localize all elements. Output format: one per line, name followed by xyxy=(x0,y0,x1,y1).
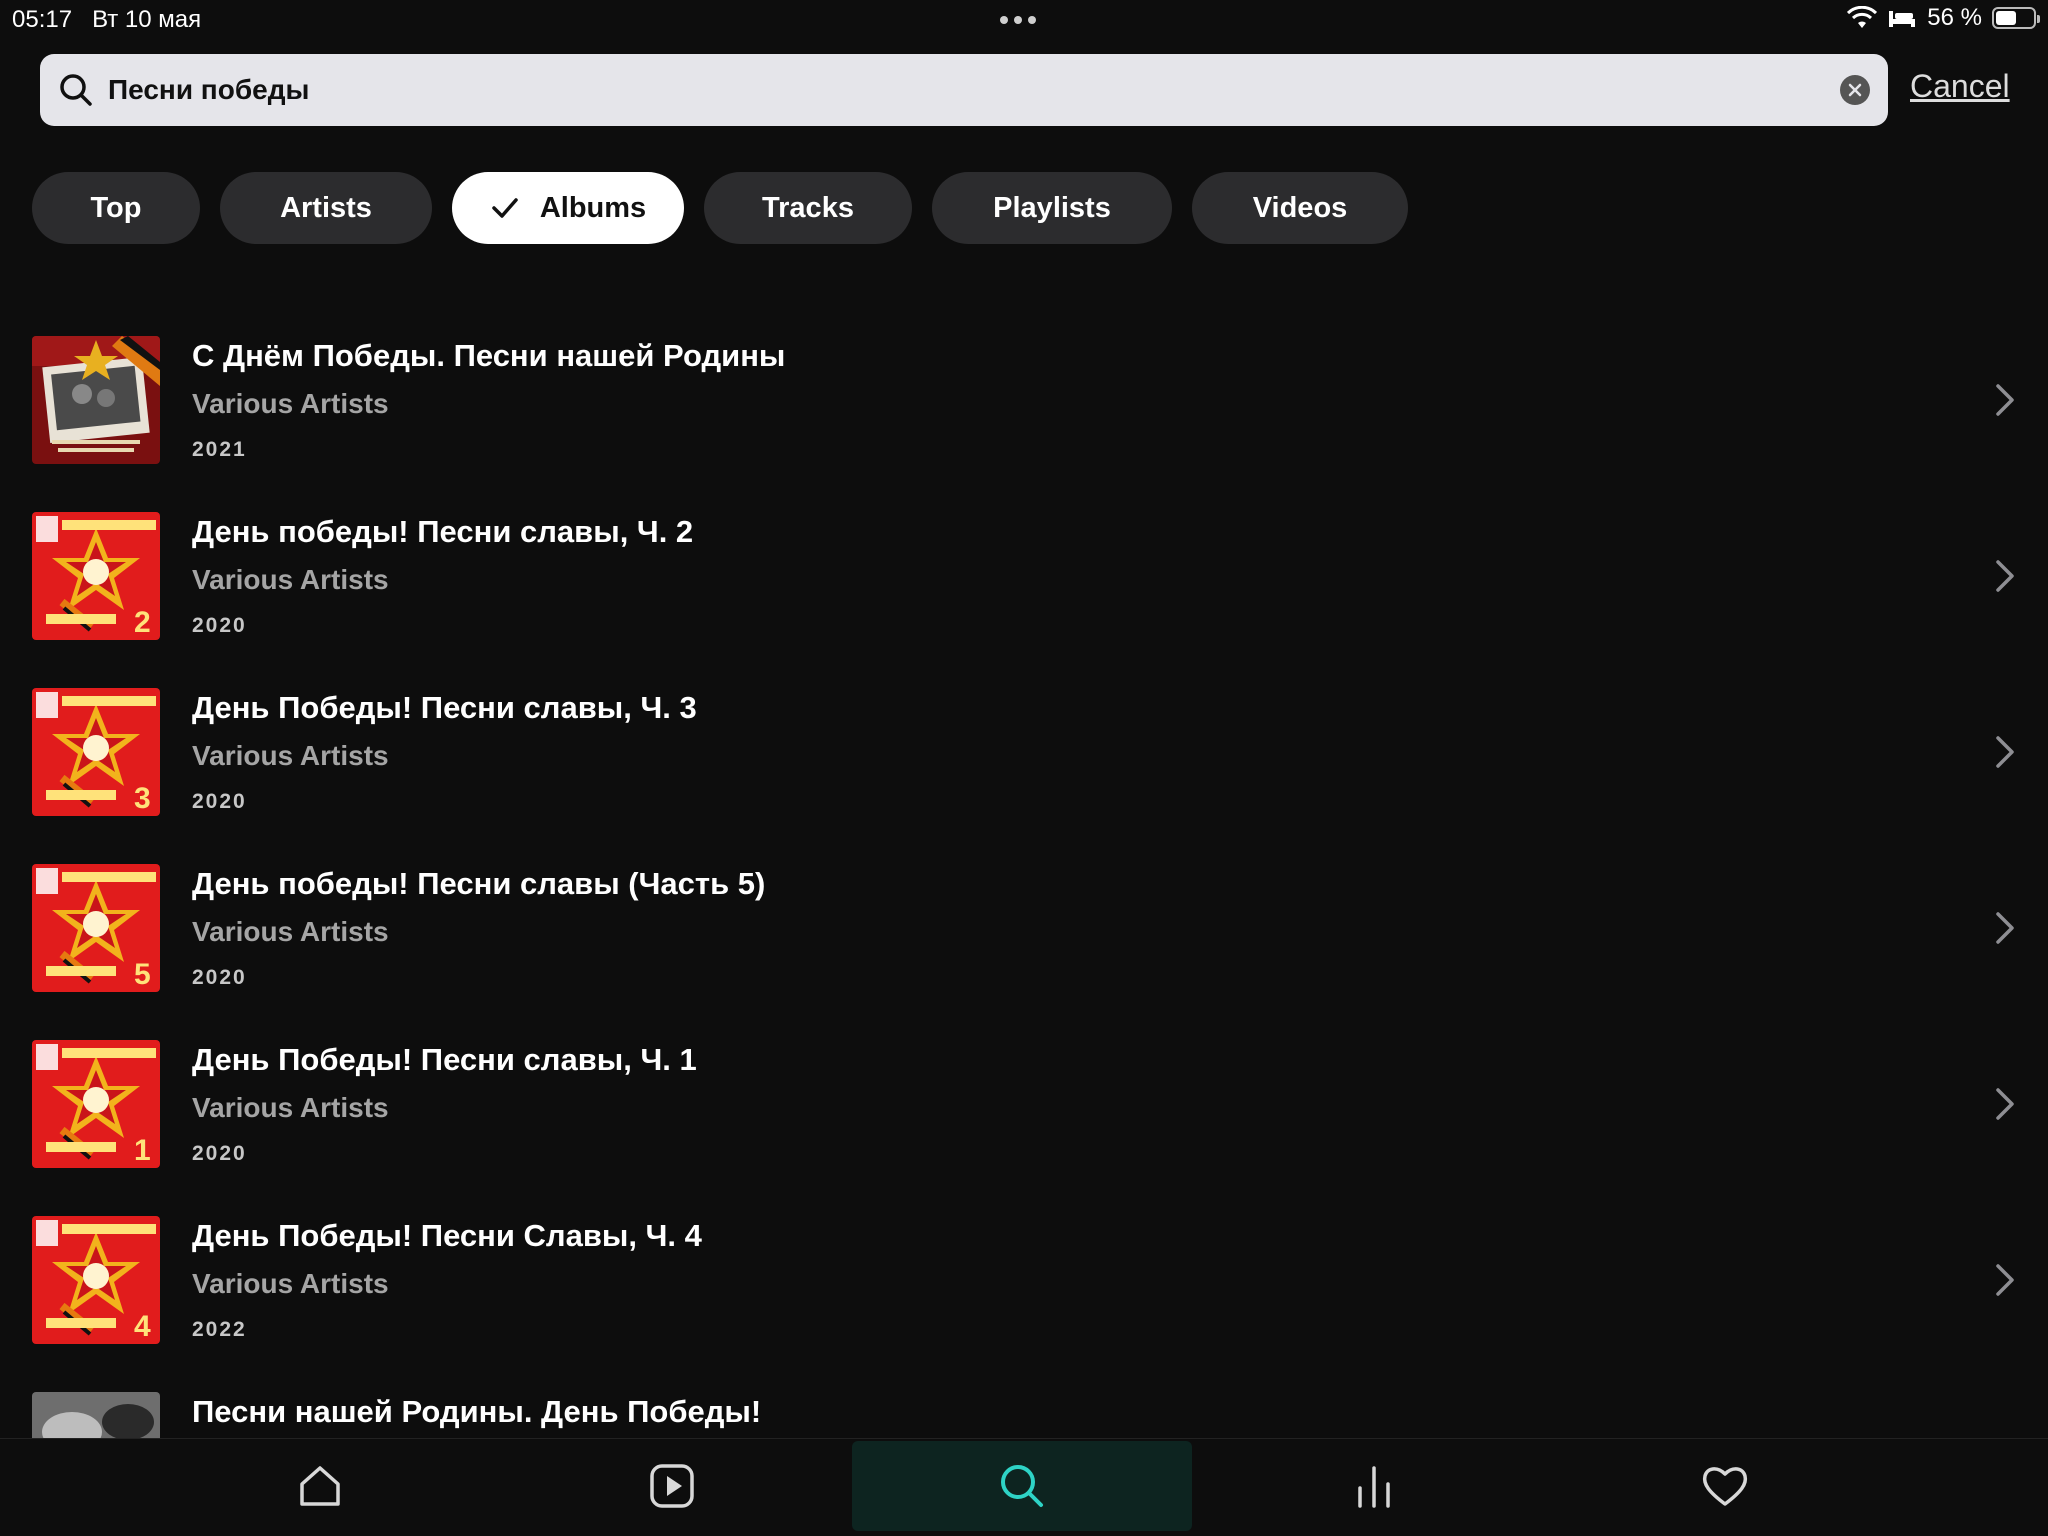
chevron-right-icon xyxy=(1996,1088,2014,1120)
album-row[interactable]: 4 День Победы! Песни Славы, Ч. 4 Various… xyxy=(0,1200,2048,1376)
close-icon xyxy=(1848,83,1862,97)
battery-percent: 56 % xyxy=(1927,4,1982,31)
album-artist: Various Artists xyxy=(192,740,389,771)
album-title: День победы! Песни славы (Часть 5) xyxy=(192,866,766,901)
album-title: День Победы! Песни Славы, Ч. 4 xyxy=(192,1218,702,1253)
album-cover-number: 2 xyxy=(134,606,151,639)
sleep-bed-icon xyxy=(1889,11,1916,27)
filter-chip-top[interactable]: Top xyxy=(32,172,200,244)
battery-icon xyxy=(1992,7,2040,29)
filter-chips: Top Artists Albums Tracks Playlists Vide… xyxy=(32,172,1408,244)
status-time: 05:17 xyxy=(12,6,73,33)
heart-icon xyxy=(1702,1467,1748,1506)
cancel-button[interactable]: Cancel xyxy=(1910,68,2010,105)
album-row[interactable]: С Днём Победы. Песни нашей Родины Variou… xyxy=(0,320,2048,496)
album-artist: Various Artists xyxy=(192,916,389,947)
album-cover-image: 1 xyxy=(32,1040,160,1168)
search-icon xyxy=(60,74,92,106)
filter-chip-videos[interactable]: Videos xyxy=(1192,172,1408,244)
chevron-right-icon xyxy=(1996,736,2014,768)
chevron-right-icon xyxy=(1996,384,2014,416)
album-cover-image: 5 xyxy=(32,864,160,992)
chevron-right-icon xyxy=(1996,1264,2014,1296)
video-play-icon xyxy=(650,1464,694,1508)
filter-chip-albums[interactable]: Albums xyxy=(452,172,684,244)
album-year: 2020 xyxy=(192,614,247,637)
bottom-tab-bar xyxy=(0,1438,2048,1536)
clear-search-button[interactable] xyxy=(1840,75,1870,105)
album-cover-number: 1 xyxy=(134,1134,151,1167)
wifi-icon xyxy=(1847,6,1878,28)
album-cover-image: 3 xyxy=(32,688,160,816)
chevron-right-icon xyxy=(1996,912,2014,944)
multitasking-dots[interactable] xyxy=(1000,16,1036,24)
album-cover-number: 5 xyxy=(134,958,151,991)
album-title: День Победы! Песни славы, Ч. 1 xyxy=(192,1042,697,1077)
filter-chip-artists[interactable]: Artists xyxy=(220,172,432,244)
album-row[interactable]: 2 День победы! Песни славы, Ч. 2 Various… xyxy=(0,496,2048,672)
album-cover-image xyxy=(32,1392,160,1438)
album-title: День Победы! Песни славы, Ч. 3 xyxy=(192,690,697,725)
status-date: Вт 10 мая xyxy=(92,6,202,33)
tab-collection[interactable] xyxy=(1555,1441,1895,1531)
search-icon xyxy=(1001,1465,1043,1507)
album-title: Песни нашей Родины. День Победы! xyxy=(192,1394,762,1429)
screen: 05:17 Вт 10 мая 56 % Песни победы Cancel… xyxy=(0,0,2048,1536)
search-bar xyxy=(40,54,1888,126)
album-cover-image: 2 xyxy=(32,512,160,640)
chevron-right-icon xyxy=(1996,560,2014,592)
album-row[interactable]: 3 День Победы! Песни славы, Ч. 3 Various… xyxy=(0,672,2048,848)
tab-my-activity[interactable] xyxy=(1204,1441,1544,1531)
album-title: День победы! Песни славы, Ч. 2 xyxy=(192,514,694,549)
status-bar: 05:17 Вт 10 мая 56 % xyxy=(0,0,2048,40)
album-row[interactable]: 1 День Победы! Песни славы, Ч. 1 Various… xyxy=(0,1024,2048,1200)
album-artist: Various Artists xyxy=(192,1268,389,1299)
album-year: 2020 xyxy=(192,1142,247,1165)
filter-chip-tracks[interactable]: Tracks xyxy=(704,172,912,244)
search-input[interactable] xyxy=(108,74,1840,106)
album-year: 2020 xyxy=(192,966,247,989)
album-artist: Various Artists xyxy=(192,1092,389,1123)
album-cover-number: 4 xyxy=(134,1310,151,1343)
album-cover-image xyxy=(32,336,160,464)
tab-videos[interactable] xyxy=(502,1441,842,1531)
album-title: С Днём Победы. Песни нашей Родины xyxy=(192,338,786,373)
album-cover-image: 4 xyxy=(32,1216,160,1344)
tab-home[interactable] xyxy=(150,1441,490,1531)
album-year: 2022 xyxy=(192,1318,247,1341)
album-year: 2021 xyxy=(192,438,247,461)
checkmark-icon xyxy=(492,198,518,218)
tab-search[interactable] xyxy=(852,1441,1192,1531)
album-list: С Днём Победы. Песни нашей Родины Variou… xyxy=(0,320,2048,1438)
album-artist: Various Artists xyxy=(192,564,389,595)
bar-chart-icon xyxy=(1358,1466,1390,1508)
home-icon xyxy=(300,1466,340,1506)
album-year: 2020 xyxy=(192,790,247,813)
album-cover-number: 3 xyxy=(134,782,151,815)
album-row[interactable]: 5 День победы! Песни славы (Часть 5) Var… xyxy=(0,848,2048,1024)
filter-chip-playlists[interactable]: Playlists xyxy=(932,172,1172,244)
album-row[interactable]: Песни нашей Родины. День Победы! xyxy=(0,1376,2048,1438)
album-artist: Various Artists xyxy=(192,388,389,419)
